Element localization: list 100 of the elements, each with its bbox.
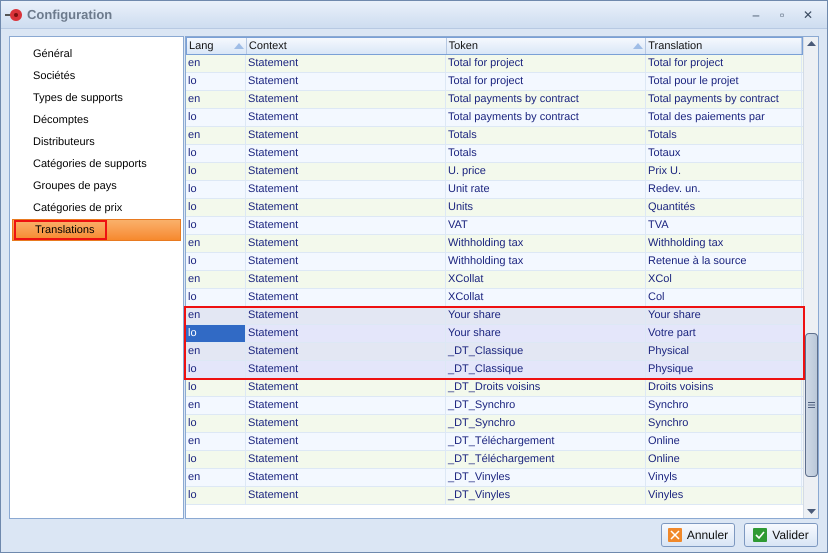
table-cell: TVA: [646, 217, 802, 234]
minimize-button[interactable]: –: [749, 6, 763, 24]
table-row[interactable]: en Statement Totals Totals: [186, 127, 803, 145]
sidebar-item[interactable]: Groupes de pays: [12, 175, 181, 197]
sort-arrow-icon: [633, 43, 644, 49]
table-cell: Totals: [646, 127, 802, 144]
table-cell: Statement: [246, 325, 446, 342]
sidebar-item[interactable]: Translations: [12, 219, 181, 241]
table-cell: Statement: [246, 127, 446, 144]
window-title: Configuration: [27, 6, 112, 24]
table-row[interactable]: lo Statement Withholding tax Retenue à la source: [186, 253, 803, 271]
table-cell: Total payments by contract: [446, 91, 646, 108]
column-header[interactable]: Translation: [646, 38, 802, 54]
table-cell: Statement: [246, 109, 446, 126]
sidebar-item[interactable]: Types de supports: [12, 87, 181, 109]
table-cell: Votre part: [646, 325, 802, 342]
table-cell: Statement: [246, 307, 446, 324]
table-cell: Statement: [246, 271, 446, 288]
table-cell: XCollat: [446, 289, 646, 306]
table-row[interactable]: en Statement _DT_Synchro Synchro: [186, 397, 803, 415]
table-row[interactable]: lo Statement VAT TVA: [186, 217, 803, 235]
table-row[interactable]: lo Statement _DT_Vinyles Vinyles: [186, 487, 803, 505]
table-row[interactable]: en Statement _DT_Téléchargement Online: [186, 433, 803, 451]
table-row[interactable]: lo Statement Totals Totaux: [186, 145, 803, 163]
table-cell: Statement: [246, 145, 446, 162]
table-row[interactable]: en Statement Total for project Total for project: [186, 55, 803, 73]
table-row[interactable]: en Statement _DT_Vinyles Vinyls: [186, 469, 803, 487]
app-logo-icon: [5, 6, 23, 22]
table-row[interactable]: lo Statement Unit rate Redev. un.: [186, 181, 803, 199]
table-row[interactable]: lo Statement _DT_Classique Physique: [186, 361, 803, 379]
table-cell: lo: [186, 145, 246, 162]
table-cell: Statement: [246, 181, 446, 198]
scroll-thumb[interactable]: [804, 333, 818, 477]
table-row[interactable]: lo Statement Your share Votre part: [186, 325, 803, 343]
table-cell: Statement: [246, 451, 446, 468]
sidebar-item[interactable]: Catégories de prix: [12, 197, 181, 219]
table-cell: Synchro: [646, 415, 802, 432]
table-cell: Redev. un.: [646, 181, 802, 198]
table-cell: lo: [186, 181, 246, 198]
sidebar-item[interactable]: Décomptes: [12, 109, 181, 131]
scrollbar[interactable]: [803, 37, 818, 518]
sidebar-item[interactable]: Distributeurs: [12, 131, 181, 153]
table-cell: Droits voisins: [646, 379, 802, 396]
sidebar-item[interactable]: Catégories de supports: [12, 153, 181, 175]
table-cell: en: [186, 343, 246, 360]
table-cell: Totals: [446, 145, 646, 162]
scroll-down-icon[interactable]: [806, 509, 816, 514]
table-cell: _DT_Synchro: [446, 397, 646, 414]
table-cell: lo: [186, 415, 246, 432]
table-cell: Total pour le projet: [646, 73, 802, 90]
table-row[interactable]: en Statement Total payments by contract Total payments by contract: [186, 91, 803, 109]
table-cell: Statement: [246, 217, 446, 234]
scroll-up-icon[interactable]: [806, 41, 816, 46]
column-header[interactable]: Lang: [187, 38, 247, 54]
column-header[interactable]: Token: [446, 38, 646, 54]
sidebar-item[interactable]: Sociétés: [12, 65, 181, 87]
cancel-button[interactable]: Annuler: [661, 523, 735, 547]
table-cell: Physique: [646, 361, 802, 378]
table-row[interactable]: lo Statement Total payments by contract Total des paiements par: [186, 109, 803, 127]
sidebar-item[interactable]: Général: [12, 43, 181, 65]
table-cell: Units: [446, 199, 646, 216]
table-cell: Vinyles: [646, 487, 802, 504]
table-row[interactable]: lo Statement _DT_Droits voisins Droits voisins: [186, 379, 803, 397]
table-cell: Withholding tax: [446, 253, 646, 270]
table-cell: Statement: [246, 343, 446, 360]
table-cell: Your share: [646, 307, 802, 324]
table-cell: Online: [646, 451, 802, 468]
table-cell: Physical: [646, 343, 802, 360]
table-cell: Statement: [246, 433, 446, 450]
table-cell: en: [186, 127, 246, 144]
close-button[interactable]: ✕: [801, 6, 815, 24]
grip-icon: [808, 402, 814, 408]
table-row[interactable]: lo Statement XCollat Col: [186, 289, 803, 307]
table-cell: Statement: [246, 379, 446, 396]
table-row[interactable]: en Statement Your share Your share: [186, 307, 803, 325]
table-cell: lo: [186, 109, 246, 126]
table-cell: Statement: [246, 55, 446, 72]
table-row[interactable]: en Statement Withholding tax Withholding tax: [186, 235, 803, 253]
table-cell: lo: [186, 379, 246, 396]
column-header[interactable]: Context: [246, 38, 447, 54]
ok-button[interactable]: Valider: [744, 523, 818, 547]
table-cell: Total payments by contract: [646, 91, 802, 108]
table-cell: U. price: [446, 163, 646, 180]
table-cell: en: [186, 433, 246, 450]
table-cell: _DT_Classique: [446, 361, 646, 378]
table-row[interactable]: lo Statement Total for project Total pour le projet: [186, 73, 803, 91]
table-cell: Statement: [246, 415, 446, 432]
table-row[interactable]: lo Statement U. price Prix U.: [186, 163, 803, 181]
table-row[interactable]: en Statement _DT_Classique Physical: [186, 343, 803, 361]
table-row[interactable]: lo Statement _DT_Synchro Synchro: [186, 415, 803, 433]
table-row[interactable]: lo Statement _DT_Téléchargement Online: [186, 451, 803, 469]
table-cell: Total for project: [446, 55, 646, 72]
maximize-button[interactable]: ▫: [775, 6, 789, 24]
table-cell: Statement: [246, 397, 446, 414]
table-cell: Statement: [246, 289, 446, 306]
table-cell: Statement: [246, 253, 446, 270]
checkmark-icon: [753, 528, 768, 542]
table-row[interactable]: lo Statement Units Quantités: [186, 199, 803, 217]
table-row[interactable]: en Statement XCollat XCol: [186, 271, 803, 289]
table-cell: en: [186, 307, 246, 324]
